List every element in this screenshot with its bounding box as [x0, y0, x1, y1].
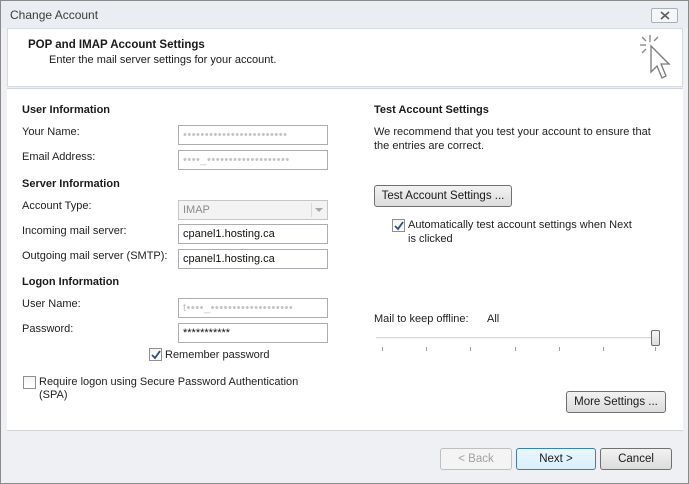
- settings-panel: User Information Your Name: ••••••••••••…: [7, 89, 683, 430]
- mail-offline-value: All: [487, 313, 500, 325]
- slider-tick: [382, 347, 383, 351]
- test-description-line2: the entries are correct.: [374, 140, 485, 152]
- your-name-input[interactable]: ••••••••••••••••••••••••: [178, 125, 328, 145]
- slider-tick: [559, 347, 560, 351]
- cursor-click-icon: [640, 35, 671, 79]
- password-input[interactable]: ***********: [178, 323, 328, 343]
- account-type-value: IMAP: [183, 204, 210, 216]
- checkmark-icon: [151, 350, 161, 360]
- next-button[interactable]: Next >: [516, 448, 596, 470]
- test-description-line1: We recommend that you test your account …: [374, 126, 651, 138]
- account-type-select: IMAP: [178, 200, 328, 220]
- auto-test-checkbox[interactable]: [392, 219, 405, 232]
- test-settings-heading: Test Account Settings: [374, 104, 489, 116]
- change-account-dialog: Change Account POP and IMAP Account Sett…: [0, 0, 689, 484]
- slider-tick: [470, 347, 471, 351]
- slider-tick: [603, 347, 604, 351]
- remember-password-checkbox[interactable]: [149, 348, 162, 361]
- user-name-input[interactable]: t••••_•••••••••••••••••••: [178, 298, 328, 318]
- header-title: POP and IMAP Account Settings: [28, 39, 205, 51]
- footer-divider: [7, 430, 683, 431]
- checkmark-icon: [394, 221, 404, 231]
- cancel-button[interactable]: Cancel: [600, 448, 672, 470]
- spa-checkbox[interactable]: [23, 376, 36, 389]
- back-button[interactable]: < Back: [440, 448, 512, 470]
- email-address-label: Email Address:: [22, 151, 96, 163]
- slider-tick: [426, 347, 427, 351]
- user-name-label: User Name:: [22, 298, 81, 310]
- password-label: Password:: [22, 323, 74, 335]
- close-button[interactable]: [651, 8, 678, 23]
- window-title: Change Account: [10, 8, 99, 22]
- outgoing-server-input[interactable]: cpanel1.hosting.ca: [178, 249, 328, 269]
- offline-slider-thumb[interactable]: [651, 330, 660, 346]
- auto-test-label-line1: Automatically test account settings when…: [408, 219, 632, 231]
- mail-offline-label: Mail to keep offline:: [374, 313, 469, 325]
- account-type-label: Account Type:: [22, 200, 92, 212]
- incoming-server-label: Incoming mail server:: [22, 225, 127, 237]
- title-bar: Change Account: [1, 1, 688, 28]
- slider-tick: [655, 347, 656, 351]
- header-subtitle: Enter the mail server settings for your …: [49, 54, 277, 66]
- offline-slider-track[interactable]: [376, 337, 658, 339]
- close-icon: [660, 11, 670, 20]
- logon-info-heading: Logon Information: [22, 276, 120, 288]
- incoming-server-input[interactable]: cpanel1.hosting.ca: [178, 224, 328, 244]
- test-account-settings-button[interactable]: Test Account Settings ...: [374, 185, 512, 207]
- more-settings-button[interactable]: More Settings ...: [566, 391, 666, 413]
- dialog-header: POP and IMAP Account Settings Enter the …: [7, 28, 683, 87]
- chevron-down-icon: [311, 203, 325, 217]
- email-address-input[interactable]: ••••_•••••••••••••••••••: [178, 150, 328, 170]
- server-info-heading: Server Information: [22, 178, 120, 190]
- spa-label-line2: (SPA): [39, 389, 68, 401]
- user-info-heading: User Information: [22, 104, 111, 116]
- remember-password-label: Remember password: [165, 349, 270, 361]
- slider-tick: [515, 347, 516, 351]
- spa-label-line1: Require logon using Secure Password Auth…: [39, 376, 299, 388]
- auto-test-label-line2: is clicked: [408, 233, 453, 245]
- your-name-label: Your Name:: [22, 126, 80, 138]
- outgoing-server-label: Outgoing mail server (SMTP):: [22, 250, 168, 262]
